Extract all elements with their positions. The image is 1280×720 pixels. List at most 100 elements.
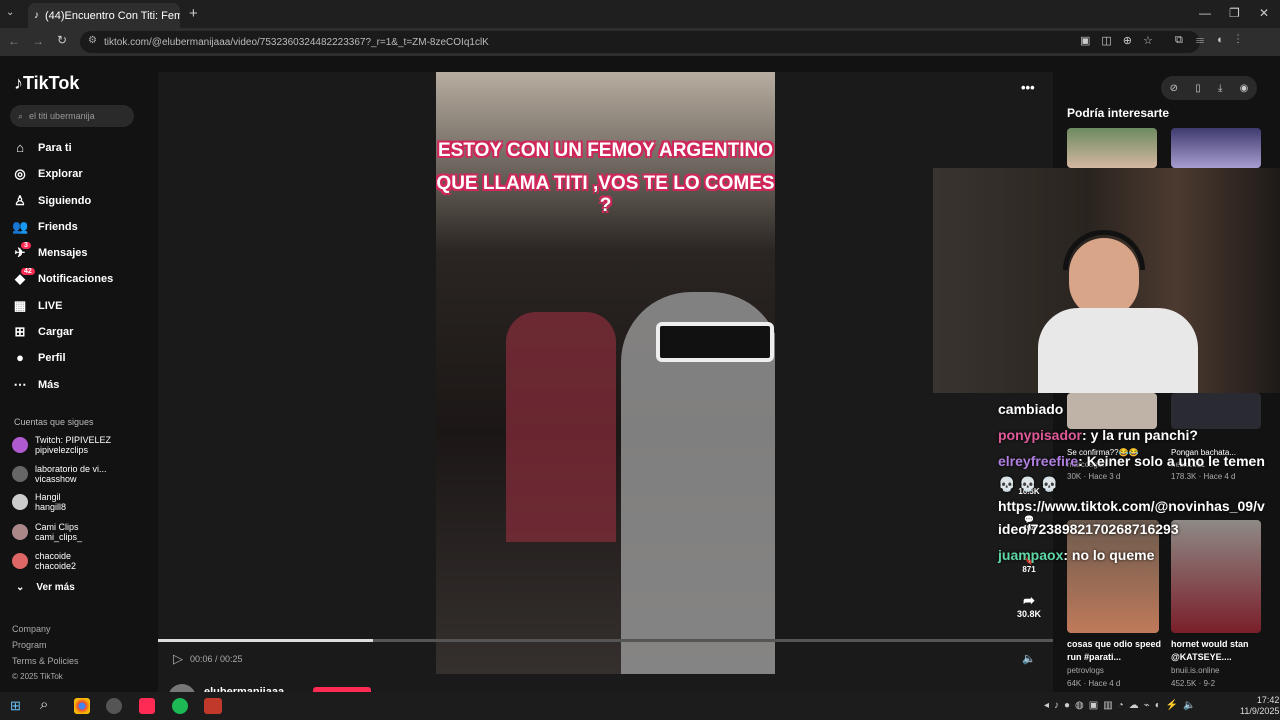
- extension-icons[interactable]: ▣◫⊕☆: [1080, 34, 1164, 47]
- play-icon[interactable]: ▷: [173, 651, 183, 667]
- footer-copyright: © 2025 TikTok: [12, 672, 63, 681]
- share-button[interactable]: ➦ 30.8K: [1015, 592, 1043, 619]
- notification-badge: 42: [21, 268, 35, 275]
- nav-item-cargar[interactable]: ⊞ Cargar: [12, 324, 74, 340]
- following-heading: Cuentas que sigues: [14, 417, 94, 427]
- following-account[interactable]: laboratorio de vi... vicasshow: [12, 464, 107, 484]
- chat-text: : Keiner solo a uno le temen: [1078, 453, 1265, 469]
- tab-search-icon[interactable]: ⌄: [6, 7, 20, 21]
- following-account[interactable]: Twitch: PIPIVELEZ pipivelezclips: [12, 435, 111, 455]
- nav-label: Friends: [38, 221, 78, 233]
- app-icon[interactable]: [106, 698, 122, 714]
- rec-thumb-3-top[interactable]: [1067, 393, 1157, 429]
- site-info-icon[interactable]: ⚙: [88, 35, 97, 46]
- following-account[interactable]: Cami Clips cami_clips_: [12, 522, 82, 542]
- see-more-label: Ver más: [36, 582, 75, 593]
- video-player[interactable]: ESTOY CON UN FEMOY ARGENTINO QUE LLAMA T…: [436, 72, 775, 674]
- chat-username: ponypisador: [998, 427, 1083, 443]
- more-options-icon[interactable]: •••: [1021, 80, 1035, 95]
- person-left-shape: [506, 312, 616, 542]
- footer-company[interactable]: Company: [12, 621, 79, 637]
- account-name: Twitch: PIPIVELEZ: [35, 435, 112, 445]
- rec-card-3[interactable]: cosas que odio speed run #parati... petr…: [1067, 638, 1165, 690]
- nav-item-friends[interactable]: 👥 Friends: [12, 219, 78, 235]
- nav-item-ms[interactable]: ⋯ Más: [12, 377, 60, 393]
- nav-item-perfil[interactable]: ● Perfil: [12, 350, 65, 365]
- forward-icon[interactable]: →: [32, 34, 44, 48]
- tiktok-app-icon[interactable]: [139, 698, 155, 714]
- search-input[interactable]: ⌕ el titi ubermanija: [10, 105, 134, 127]
- chat-message: ideo/7238982170268716293: [998, 521, 1179, 537]
- nav-item-parati[interactable]: ⌂ Para ti: [12, 140, 72, 155]
- address-bar[interactable]: tiktok.com/@elubermanijaaa/video/7532360…: [80, 31, 1200, 53]
- reload-icon[interactable]: ↻: [57, 33, 67, 47]
- webcam-overlay: [933, 168, 1280, 393]
- nav-label: Para ti: [38, 141, 72, 154]
- account-handle: pipivelezclips: [35, 445, 89, 455]
- compass-icon[interactable]: ⊘: [1170, 83, 1178, 94]
- nav-item-siguiendo[interactable]: ♙ Siguiendo: [12, 193, 91, 209]
- back-icon[interactable]: ←: [8, 34, 20, 48]
- rec-card-4[interactable]: hornet would stan @KATSEYE.... bnuii.is.…: [1171, 638, 1271, 690]
- rec-thumb-4[interactable]: [1171, 520, 1261, 633]
- video-caption-line1: ESTOY CON UN FEMOY ARGENTINO: [437, 140, 773, 161]
- rec-title: cosas que odio speed run #parati...: [1067, 639, 1162, 662]
- account-handle: hangill8: [35, 502, 67, 512]
- tab-title: (44)Encuentro Con Titi: Femboy: [45, 9, 180, 22]
- sunglasses-shape: [656, 322, 774, 362]
- rec-thumb-1-top[interactable]: [1067, 128, 1157, 168]
- nav-label: Mensajes: [38, 247, 88, 259]
- rec-stats: 30K · Hace 3 d: [1067, 472, 1121, 481]
- volume-icon[interactable]: 🔈: [1022, 652, 1036, 665]
- tiktok-favicon-icon: ♪: [34, 10, 39, 21]
- account-name: Hangil: [35, 492, 61, 502]
- nav-label: LIVE: [38, 300, 63, 312]
- nav-item-mensajes[interactable]: ✈ 3 Mensajes: [12, 242, 88, 261]
- chat-text: : no lo queme: [1063, 547, 1155, 563]
- rec-thumb-4-top[interactable]: [1171, 393, 1261, 429]
- chat-message: juampaox: no lo queme: [998, 547, 1154, 563]
- tiktok-logo[interactable]: ♪TikTok: [14, 73, 79, 94]
- restore-icon[interactable]: ❐: [1229, 6, 1240, 20]
- nav-item-explorar[interactable]: ◎ Explorar: [12, 166, 82, 182]
- chat-message: ponypisador: y la run panchi?: [998, 427, 1198, 443]
- download-icon[interactable]: ⤓: [1218, 83, 1222, 94]
- chat-text: https://www.tiktok.com/@novinhas_09/v: [998, 498, 1265, 514]
- nav-item-notificaciones[interactable]: ◆ 42 Notificaciones: [12, 268, 114, 287]
- following-account[interactable]: Hangil hangill8: [12, 492, 66, 512]
- profile-avatar[interactable]: ◉: [1240, 83, 1249, 94]
- avatar: [12, 494, 28, 510]
- see-more-button[interactable]: ⌄ Ver más: [16, 582, 75, 593]
- chat-message: elreyfreefire: Keiner solo a uno le teme…: [998, 453, 1265, 469]
- share-count: 30.8K: [1016, 609, 1042, 619]
- chrome-icon[interactable]: [74, 698, 90, 714]
- video-app-icon[interactable]: [204, 698, 222, 714]
- footer-terms[interactable]: Terms & Policies: [12, 653, 79, 669]
- browser-tab[interactable]: ♪ (44)Encuentro Con Titi: Femboy ✕: [28, 3, 180, 28]
- chat-username: elreyfreefire: [998, 453, 1079, 469]
- search-text: el titi ubermanija: [29, 111, 95, 121]
- avatar: [12, 437, 28, 453]
- nav-label: Notificaciones: [38, 273, 114, 285]
- nav-label: Más: [38, 379, 60, 391]
- device-icon[interactable]: ▯: [1195, 83, 1201, 94]
- nav-item-live[interactable]: ▦ LIVE: [12, 298, 63, 314]
- footer-program[interactable]: Program: [12, 637, 79, 653]
- close-window-icon[interactable]: ✕: [1259, 6, 1269, 20]
- search-taskbar-icon[interactable]: ⌕: [40, 696, 48, 713]
- minimize-icon[interactable]: —: [1199, 6, 1211, 20]
- rec-thumb-2-top[interactable]: [1171, 128, 1261, 168]
- clock[interactable]: 17:42 11/9/2025: [1240, 695, 1279, 717]
- account-handle: cami_clips_: [35, 532, 83, 542]
- tray-icons[interactable]: ◂♪●◍▣▥◔☁⌁◐⚡🔈: [1044, 700, 1201, 711]
- progress-track[interactable]: [158, 639, 1053, 642]
- following-account[interactable]: chacoide chacoide2: [12, 551, 76, 571]
- profile-menu-icons[interactable]: ⧉☰◐⋮: [1175, 34, 1253, 47]
- spotify-icon[interactable]: [172, 698, 188, 714]
- inbox-icon: ✈ 3: [12, 242, 31, 261]
- bell-icon: ◆ 42: [12, 268, 35, 287]
- clock-time: 17:42: [1256, 695, 1280, 705]
- windows-start-icon[interactable]: ⊞: [10, 698, 21, 714]
- save-count: 871: [1022, 565, 1036, 574]
- new-tab-button[interactable]: +: [189, 5, 198, 22]
